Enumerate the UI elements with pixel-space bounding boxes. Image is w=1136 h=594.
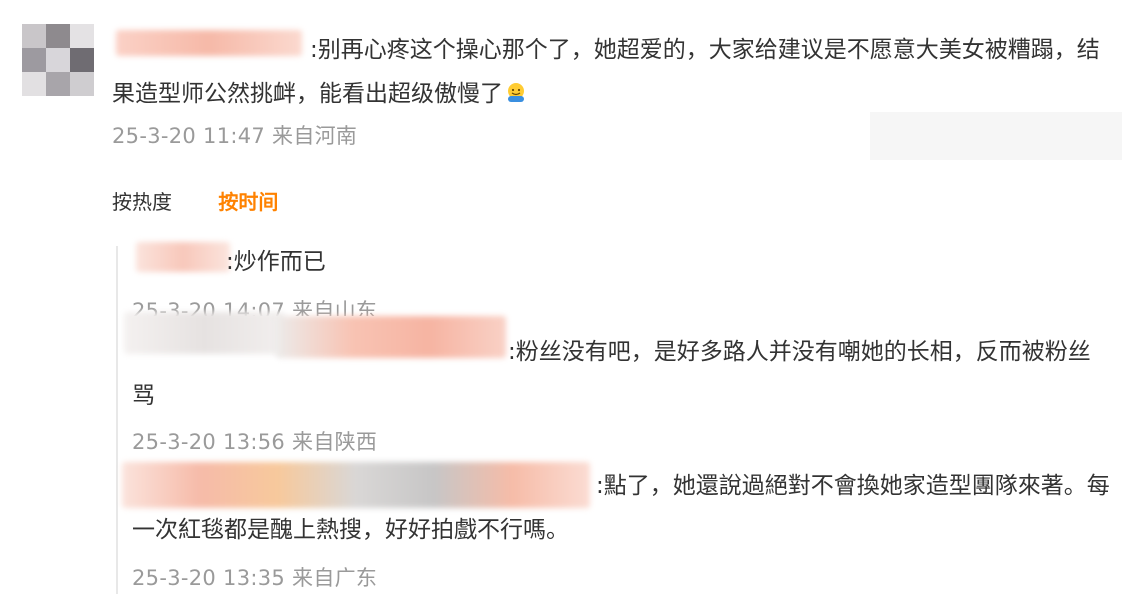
reply-divider — [116, 246, 118, 594]
reply-meta: 25-3-20 13:56 来自陕西 — [132, 430, 378, 454]
comment-body: :别再心疼这个操心那个了，她超爱的，大家给建议是不愿意大美女被糟蹋，结果造型师公… — [112, 37, 1100, 107]
sort-by-hot-tab[interactable]: 按热度 — [112, 190, 172, 214]
comment-meta: 25-3-20 11:47 来自河南 — [112, 124, 358, 148]
hug-emoji-icon — [508, 83, 524, 102]
reply-meta: 25-3-20 13:35 来自广东 — [132, 566, 378, 590]
blurred-area — [870, 112, 1122, 160]
reply-item: :點了，她還說過絕對不會換她家造型團隊來著。每一次紅毯都是醜上熱搜，好好拍戲不行… — [132, 464, 1112, 552]
sort-by-time-tab[interactable]: 按时间 — [218, 190, 278, 214]
reply-text: :炒作而已 — [226, 249, 326, 275]
reply-item: :粉丝没有吧，是好多路人并没有嘲她的长相，反而被粉丝骂 — [132, 330, 1112, 418]
reply-text: :點了，她還說過絕對不會換她家造型團隊來著。每一次紅毯都是醜上熱搜，好好拍戲不行… — [132, 473, 1110, 543]
reply-item: :炒作而已 — [132, 240, 1112, 284]
avatar[interactable] — [22, 24, 94, 96]
comment-text: :别再心疼这个操心那个了，她超爱的，大家给建议是不愿意大美女被糟蹋，结果造型师公… — [112, 28, 1112, 116]
reply-text: :粉丝没有吧，是好多路人并没有嘲她的长相，反而被粉丝骂 — [132, 339, 1091, 409]
sort-bar: 按热度 按时间 — [112, 186, 318, 215]
